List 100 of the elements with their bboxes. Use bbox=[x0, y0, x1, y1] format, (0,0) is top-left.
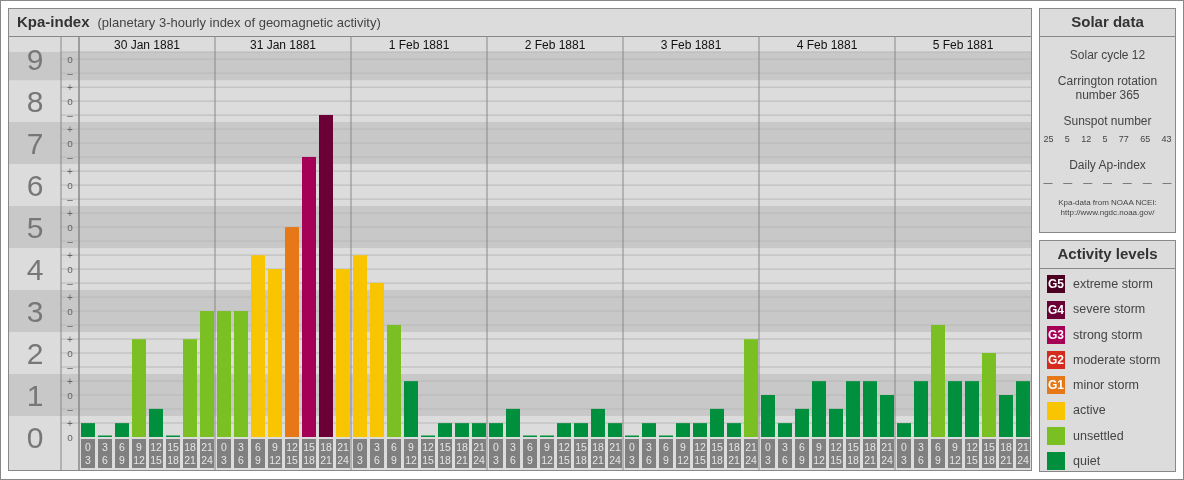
tick-label: o bbox=[67, 348, 73, 360]
time-label: 3 6 bbox=[914, 439, 928, 468]
panel-title: Activity levels bbox=[1040, 241, 1175, 269]
tick-label: + bbox=[67, 208, 73, 220]
level-swatch: G1 bbox=[1047, 376, 1065, 395]
time-label: 18 21 bbox=[727, 439, 741, 468]
x-tick-label: 6 9 bbox=[799, 441, 806, 466]
time-label: 3 6 bbox=[778, 439, 792, 468]
ap-value: — bbox=[1043, 176, 1053, 190]
sunspot-value: 43 bbox=[1161, 133, 1172, 146]
kp-scale-label: 0 bbox=[26, 420, 44, 454]
time-label: 15 18 bbox=[166, 439, 180, 468]
ap-value: — bbox=[1122, 176, 1132, 190]
time-label: 12 15 bbox=[693, 439, 707, 468]
date-label: 5 Feb 1881 bbox=[932, 38, 994, 52]
ap-title: Daily Ap-index bbox=[1069, 156, 1146, 174]
sunspot-value: 25 bbox=[1043, 133, 1054, 146]
time-label: 6 9 bbox=[931, 439, 945, 468]
time-label: 9 12 bbox=[676, 439, 690, 468]
tick-label: o bbox=[67, 96, 73, 108]
date-label: 3 Feb 1881 bbox=[660, 38, 722, 52]
x-tick-label: 3 6 bbox=[918, 441, 925, 466]
x-tick-label: 6 9 bbox=[527, 441, 534, 466]
x-tick-label: 6 9 bbox=[119, 441, 126, 466]
time-label: 9 12 bbox=[812, 439, 826, 468]
time-label: 15 18 bbox=[846, 439, 860, 468]
level-swatch: G3 bbox=[1047, 325, 1065, 344]
time-label: 21 24 bbox=[880, 439, 894, 468]
time-label: 12 15 bbox=[965, 439, 979, 468]
time-label: 6 9 bbox=[115, 439, 129, 468]
tick-label: + bbox=[67, 376, 73, 387]
x-tick-label: 0 3 bbox=[221, 441, 228, 466]
time-label: 18 21 bbox=[863, 439, 877, 468]
x-tick-label: 3 6 bbox=[510, 441, 517, 466]
solar-cycle: Solar cycle 12 bbox=[1069, 47, 1146, 64]
tick-label: + bbox=[67, 250, 73, 262]
level-label: active bbox=[1073, 402, 1106, 420]
tick-label: o bbox=[67, 264, 73, 276]
kp-scale-label: 6 bbox=[26, 168, 44, 202]
x-tick-label: 0 3 bbox=[629, 441, 636, 466]
time-label: 9 12 bbox=[948, 439, 962, 468]
time-label: 12 15 bbox=[149, 439, 163, 468]
kp-scale-label: 7 bbox=[26, 126, 44, 160]
tick-label: o bbox=[67, 138, 73, 150]
time-label: 12 15 bbox=[285, 439, 299, 468]
kp-scale-label: 2 bbox=[26, 336, 44, 370]
tick-label: + bbox=[67, 418, 73, 429]
time-label: 9 12 bbox=[404, 439, 418, 468]
sunspot-value: 12 bbox=[1081, 133, 1092, 146]
x-tick-label: 3 6 bbox=[238, 441, 245, 466]
time-label: 21 24 bbox=[1016, 439, 1030, 468]
time-label: 3 6 bbox=[234, 439, 248, 468]
ap-value: — bbox=[1162, 176, 1172, 190]
time-label: 12 15 bbox=[557, 439, 571, 468]
time-label: 12 15 bbox=[421, 439, 435, 468]
x-tick-label: 3 6 bbox=[102, 441, 109, 466]
time-label: 21 24 bbox=[744, 439, 758, 468]
ap-value: — bbox=[1142, 176, 1152, 190]
tick-label: o bbox=[67, 222, 73, 234]
sunspot-title: Sunspot number bbox=[1063, 113, 1152, 130]
date-label: 30 Jan 1881 bbox=[113, 38, 181, 52]
time-label: 0 3 bbox=[897, 439, 911, 468]
x-tick-label: 0 3 bbox=[357, 441, 364, 466]
chart-title: Kpa-index bbox=[17, 12, 90, 33]
kp-scale-label: 8 bbox=[26, 84, 44, 118]
level-label: extreme storm bbox=[1073, 276, 1153, 293]
time-label: 21 24 bbox=[472, 439, 486, 468]
time-label: 0 3 bbox=[353, 439, 367, 468]
tick-label: – bbox=[67, 362, 73, 374]
kp-scale-label: 1 bbox=[26, 378, 44, 412]
time-label: 0 3 bbox=[761, 439, 775, 468]
sunspot-value: 5 bbox=[1102, 133, 1108, 146]
kp-scale-label: 9 bbox=[26, 42, 44, 76]
kp-scale-label: 3 bbox=[26, 294, 44, 328]
level-label: quiet bbox=[1073, 452, 1101, 470]
ap-value: — bbox=[1103, 176, 1112, 190]
time-label: 3 6 bbox=[506, 439, 520, 468]
tick-label: + bbox=[67, 124, 73, 136]
time-label: 6 9 bbox=[387, 439, 401, 468]
carrington-rotation: Carrington rotation number 365 bbox=[1056, 74, 1159, 102]
time-label: 21 24 bbox=[336, 439, 350, 468]
time-label: 15 18 bbox=[438, 439, 452, 468]
sunspot-value: 5 bbox=[1064, 133, 1070, 146]
x-tick-label: 0 3 bbox=[493, 441, 500, 466]
time-label: 0 3 bbox=[81, 439, 95, 468]
tick-label: o bbox=[67, 432, 73, 443]
tick-label: – bbox=[67, 278, 73, 290]
x-tick-label: 3 6 bbox=[646, 441, 653, 466]
time-label: 9 12 bbox=[132, 439, 146, 468]
time-label: 3 6 bbox=[98, 439, 112, 468]
x-tick-label: 3 6 bbox=[782, 441, 789, 466]
source-url: http://www.ngdc.noaa.gov/ bbox=[1060, 208, 1155, 218]
tick-label: o bbox=[67, 180, 73, 192]
kp-scale-label: 4 bbox=[26, 252, 44, 286]
time-label: 21 24 bbox=[608, 439, 622, 468]
ap-value: — bbox=[1083, 176, 1093, 190]
date-label: 31 Jan 1881 bbox=[249, 38, 317, 52]
time-label: 0 3 bbox=[217, 439, 231, 468]
x-tick-label: 6 9 bbox=[391, 441, 398, 466]
date-label: 2 Feb 1881 bbox=[524, 38, 586, 52]
